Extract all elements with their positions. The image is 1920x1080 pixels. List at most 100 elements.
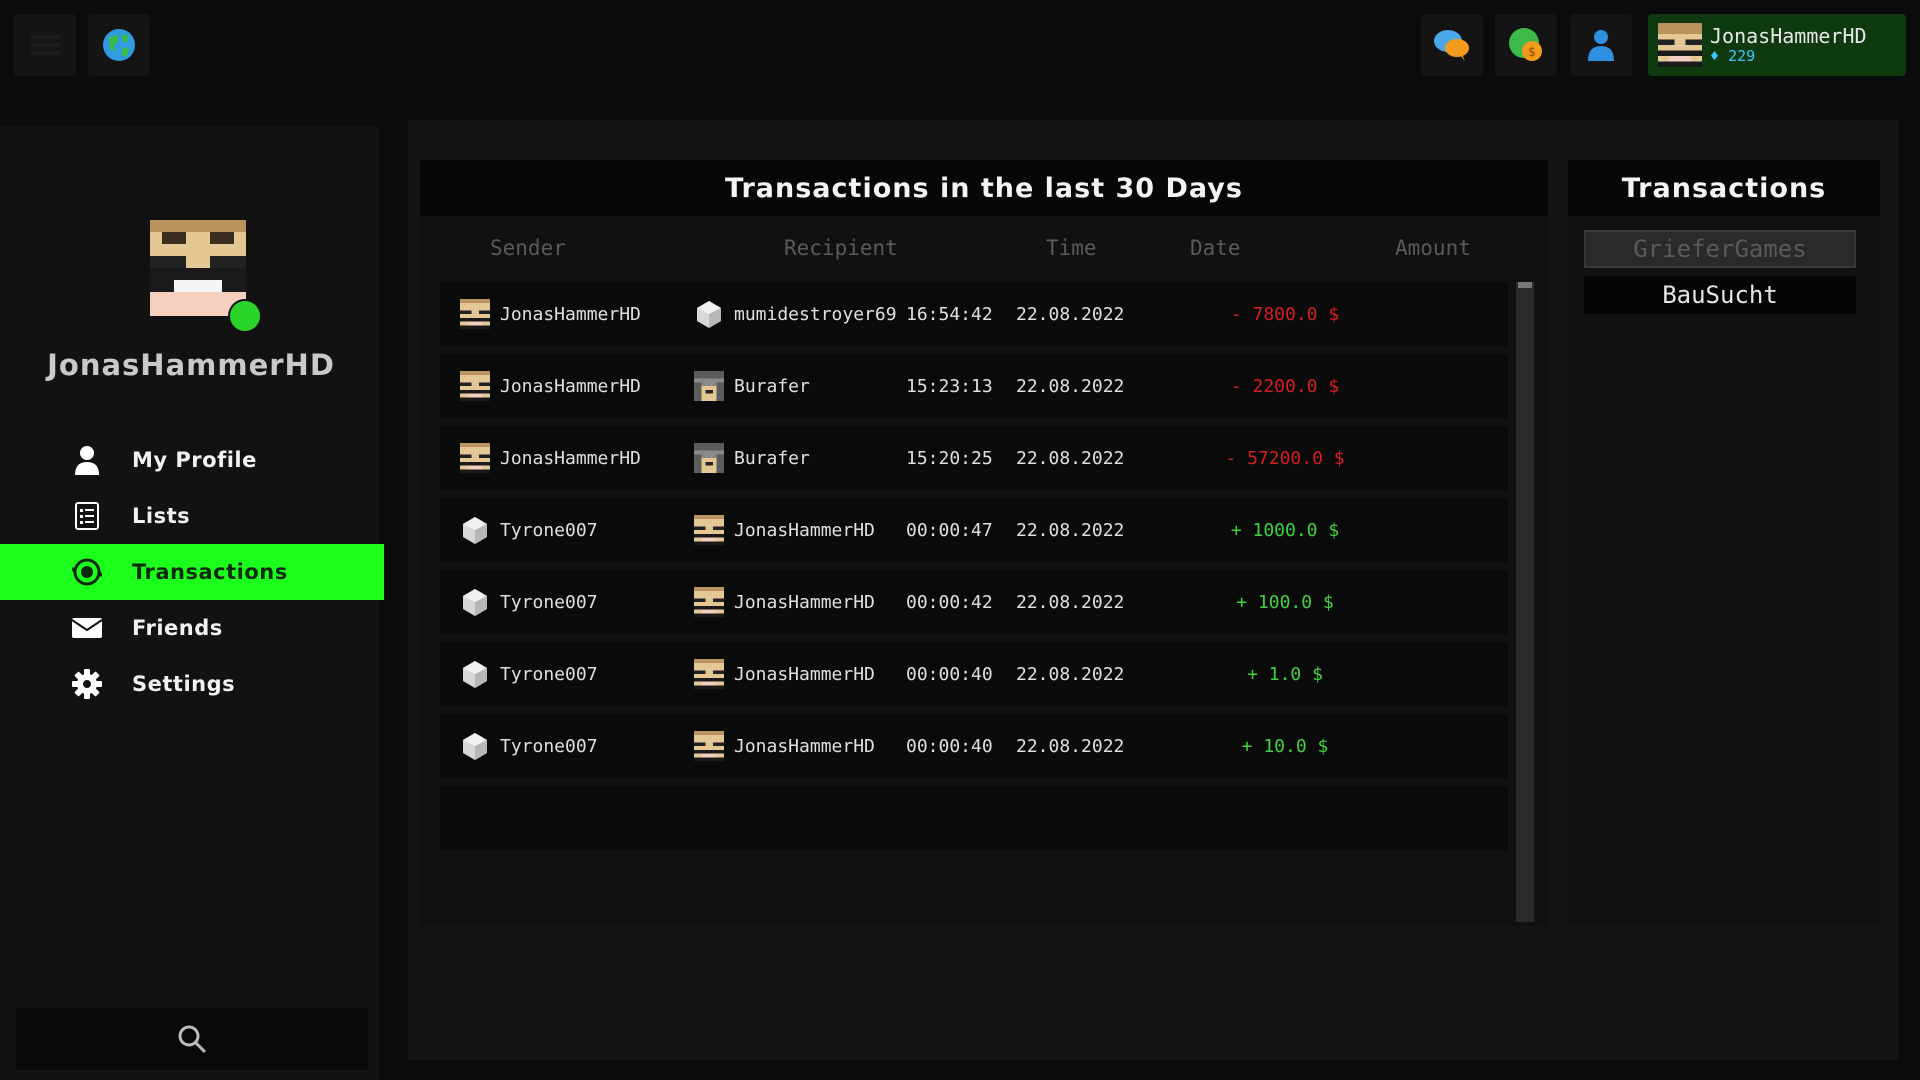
cell-time: 00:00:47 — [906, 519, 993, 541]
table-row[interactable]: Tyrone007 JonasHammerHD 00:00:40 22.08.2022… — [440, 714, 1508, 778]
player-head-icon — [460, 371, 490, 401]
sender-name: Tyrone007 — [500, 591, 598, 613]
cell-recipient: JonasHammerHD — [694, 498, 875, 562]
sidebar-nav: My Profile Lists Transactions Friends Se… — [0, 432, 384, 712]
globe-button[interactable] — [88, 14, 150, 76]
chat-button[interactable] — [1421, 14, 1483, 76]
cell-amount: + 100.0 $ — [1236, 591, 1334, 613]
list-icon — [72, 501, 102, 531]
player-head-icon — [694, 515, 724, 545]
cell-amount: + 10.0 $ — [1241, 735, 1329, 757]
player-head-icon — [460, 587, 490, 617]
cell-time: 00:00:42 — [906, 591, 993, 613]
player-head-icon — [460, 659, 490, 689]
sidebar-item-friends[interactable]: Friends — [0, 600, 384, 656]
table-header: Sender Recipient Time Date Amount — [440, 236, 1510, 272]
cell-time: 16:54:42 — [906, 303, 993, 325]
server-panel-title: Transactions — [1568, 160, 1880, 216]
friends-icon — [1588, 30, 1614, 61]
gem-count: ♦ 229 — [1710, 47, 1867, 65]
column-header-time: Time — [1046, 236, 1097, 260]
cell-sender: Tyrone007 — [460, 498, 598, 562]
cell-sender: JonasHammerHD — [460, 282, 641, 346]
search-button[interactable] — [16, 1008, 368, 1070]
cell-date: 22.08.2022 — [1016, 591, 1125, 613]
cell-amount: - 2200.0 $ — [1230, 375, 1340, 397]
cell-date: 22.08.2022 — [1016, 375, 1125, 397]
table-row-partial[interactable] — [440, 786, 1508, 850]
cell-date: 22.08.2022 — [1016, 303, 1125, 325]
scrollbar[interactable] — [1516, 282, 1534, 922]
player-head-icon — [694, 443, 724, 473]
server-button-bausucht[interactable]: BauSucht — [1584, 276, 1856, 314]
sidebar-item-label: Friends — [132, 616, 223, 640]
recipient-name: JonasHammerHD — [734, 591, 875, 613]
friends-button[interactable] — [1570, 14, 1632, 76]
person-icon — [72, 445, 102, 475]
cell-sender: JonasHammerHD — [460, 354, 641, 418]
coins-button[interactable]: $ — [1495, 14, 1557, 76]
gem-value: 229 — [1728, 47, 1756, 65]
sidebar: JonasHammerHD My Profile Lists Transacti… — [0, 126, 384, 1080]
player-head-icon — [460, 299, 490, 329]
cell-amount: + 1000.0 $ — [1230, 519, 1340, 541]
user-chip[interactable]: JonasHammerHD ♦ 229 — [1648, 14, 1906, 76]
cell-recipient: mumidestroyer69 — [694, 282, 897, 346]
online-status-dot — [228, 299, 262, 333]
top-bar: $ JonasHammerHD ♦ 229 — [0, 0, 1920, 92]
recipient-name: JonasHammerHD — [734, 735, 875, 757]
menu-button[interactable] — [14, 14, 76, 76]
cell-amount: + 1.0 $ — [1247, 663, 1323, 685]
recipient-name: mumidestroyer69 — [734, 303, 897, 325]
cell-time: 15:23:13 — [906, 375, 993, 397]
player-head-icon — [460, 443, 490, 473]
player-head-icon — [694, 731, 724, 761]
money-icon — [72, 557, 102, 587]
recipient-name: JonasHammerHD — [734, 663, 875, 685]
svg-text:$: $ — [1528, 45, 1536, 59]
column-header-date: Date — [1190, 236, 1241, 260]
cell-recipient: JonasHammerHD — [694, 642, 875, 706]
sender-name: JonasHammerHD — [500, 375, 641, 397]
sender-name: JonasHammerHD — [500, 303, 641, 325]
sidebar-item-my-profile[interactable]: My Profile — [0, 432, 384, 488]
sidebar-item-settings[interactable]: Settings — [0, 656, 384, 712]
sidebar-item-transactions[interactable]: Transactions — [0, 544, 384, 600]
cell-sender: Tyrone007 — [460, 570, 598, 634]
cell-date: 22.08.2022 — [1016, 519, 1125, 541]
menu-icon — [30, 31, 60, 59]
avatar-icon — [1658, 23, 1702, 67]
table-row[interactable]: JonasHammerHD Burafer 15:23:13 22.08.2022 - … — [440, 354, 1508, 418]
server-panel: Transactions GrieferGames BauSucht — [1568, 160, 1880, 926]
player-head-icon — [694, 587, 724, 617]
server-button-griefergames[interactable]: GrieferGames — [1584, 230, 1856, 268]
player-head-icon — [460, 731, 490, 761]
cell-sender: Tyrone007 — [460, 642, 598, 706]
cell-recipient: JonasHammerHD — [694, 570, 875, 634]
column-header-recipient: Recipient — [784, 236, 898, 260]
transactions-list[interactable]: JonasHammerHD mumidestroyer69 16:54:42 22.0… — [440, 282, 1508, 916]
coins-icon: $ — [1509, 28, 1542, 61]
table-row[interactable]: JonasHammerHD Burafer 15:20:25 22.08.2022 - … — [440, 426, 1508, 490]
sidebar-item-label: Transactions — [132, 560, 288, 584]
cell-time: 15:20:25 — [906, 447, 993, 469]
scrollbar-thumb[interactable] — [1518, 282, 1532, 288]
table-row[interactable]: Tyrone007 JonasHammerHD 00:00:40 22.08.2022… — [440, 642, 1508, 706]
table-row[interactable]: JonasHammerHD mumidestroyer69 16:54:42 22.0… — [440, 282, 1508, 346]
cell-amount: - 57200.0 $ — [1225, 447, 1345, 469]
sender-name: JonasHammerHD — [500, 447, 641, 469]
sidebar-item-label: Lists — [132, 504, 191, 528]
cell-recipient: Burafer — [694, 426, 810, 490]
search-icon — [178, 1025, 207, 1054]
cell-amount: - 7800.0 $ — [1230, 303, 1340, 325]
cell-sender: Tyrone007 — [460, 714, 598, 778]
recipient-name: Burafer — [734, 447, 810, 469]
sender-name: Tyrone007 — [500, 663, 598, 685]
sidebar-item-lists[interactable]: Lists — [0, 488, 384, 544]
cell-date: 22.08.2022 — [1016, 735, 1125, 757]
sender-name: Tyrone007 — [500, 519, 598, 541]
main-content: Transactions in the last 30 Days Sender … — [408, 120, 1898, 1060]
table-row[interactable]: Tyrone007 JonasHammerHD 00:00:42 22.08.2022… — [440, 570, 1508, 634]
sidebar-item-label: Settings — [132, 672, 236, 696]
table-row[interactable]: Tyrone007 JonasHammerHD 00:00:47 22.08.2022… — [440, 498, 1508, 562]
